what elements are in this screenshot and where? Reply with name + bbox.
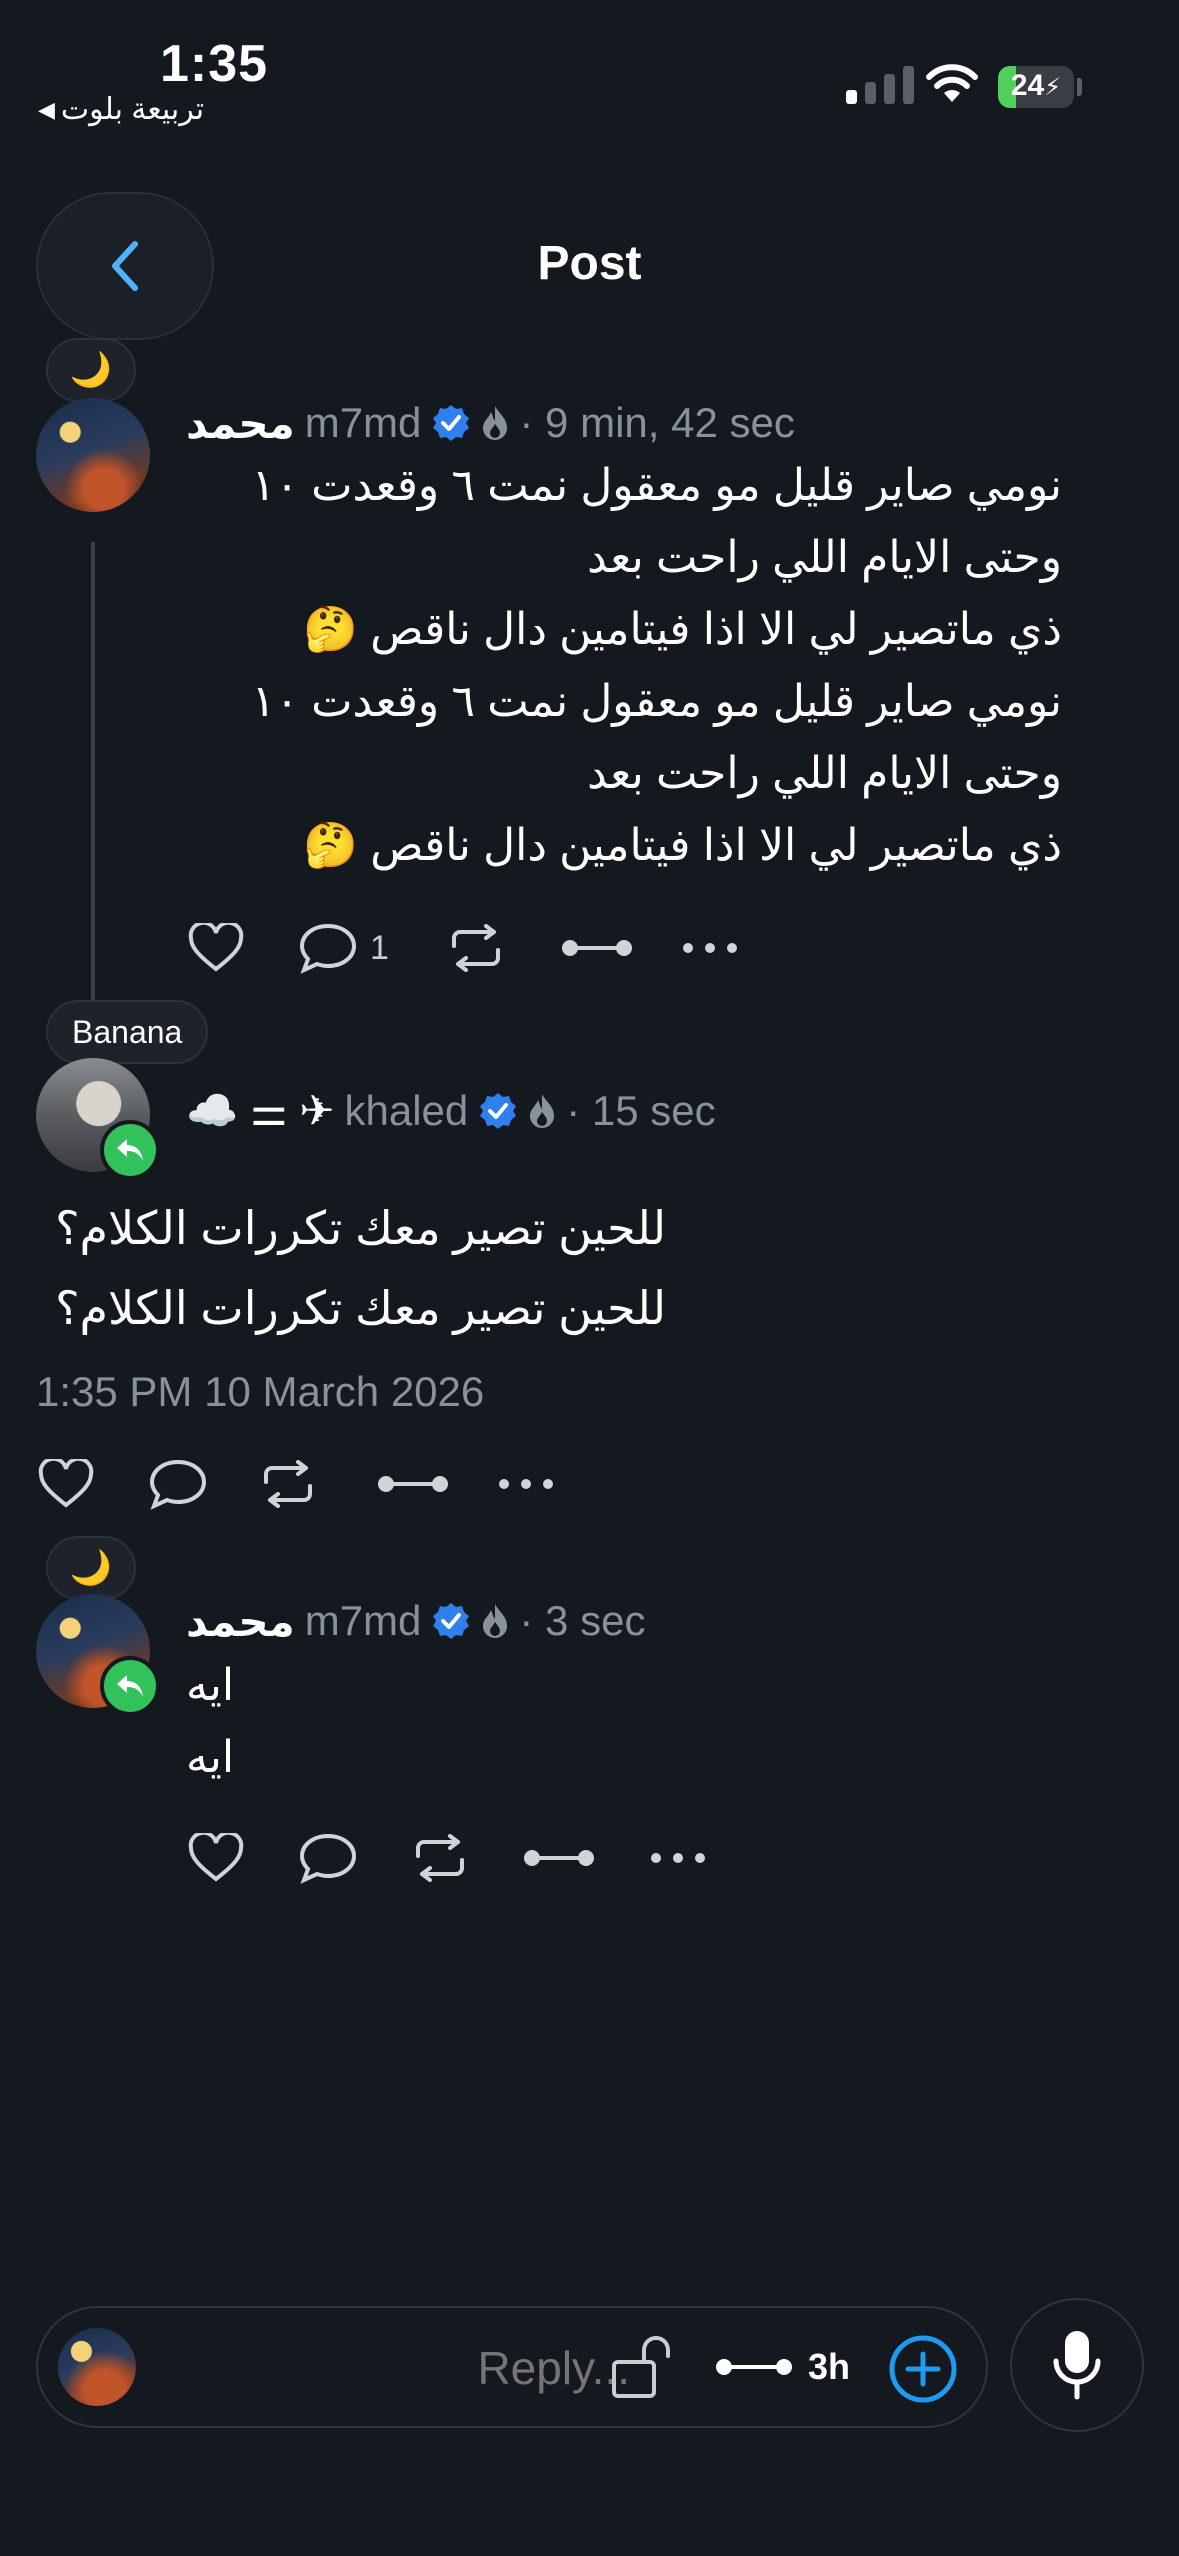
repost-button[interactable] (412, 1834, 522, 1882)
post-header[interactable]: محمد m7md · 9 min, 42 sec (186, 398, 795, 448)
mood-bubble[interactable]: Banana (46, 1000, 209, 1064)
back-app-label: تربيعة بلوت (60, 93, 205, 126)
reply-badge (100, 1120, 160, 1180)
repost-button[interactable] (260, 1460, 376, 1508)
post-body: للحين تصير معك تكررات الكلام؟ للحين تصير… (36, 1188, 666, 1348)
post-header[interactable]: ☁️ ⚌ ✈ khaled · 15 sec (186, 1086, 716, 1136)
thread-line (91, 542, 95, 1000)
name-emoji-prefix: ☁️ ⚌ ✈ (186, 1087, 335, 1134)
post-line: للحين تصير معك تكررات الكلام؟ (55, 1202, 666, 1254)
reply-arrow-icon (117, 1675, 143, 1697)
reply-button[interactable] (148, 1458, 260, 1510)
avatar[interactable] (36, 398, 150, 512)
thread-link-button[interactable] (522, 1846, 648, 1870)
back-triangle-icon: ◀ (38, 96, 55, 122)
post-time: · 15 sec (566, 1087, 716, 1134)
post-line: ايه (186, 1733, 235, 1782)
post-line: ايه (186, 1661, 235, 1710)
like-button[interactable] (38, 1459, 148, 1509)
post-line: ذي ماتصير لي الا اذا فيتامين دال ناقص 🤔 (303, 605, 1062, 654)
page-title: Post (537, 237, 642, 290)
reply-button[interactable] (298, 1832, 412, 1884)
composer-avatar (58, 2328, 136, 2406)
flame-icon (483, 406, 508, 440)
heart-icon (38, 1459, 94, 1508)
reply-badge (100, 1656, 160, 1716)
wifi-icon (926, 64, 978, 102)
post-time: · 9 min, 42 sec (519, 399, 795, 446)
post-line: وحتى الايام اللي راحت بعد (587, 749, 1062, 798)
link-dots-icon (378, 1476, 448, 1492)
heart-icon (188, 1833, 244, 1882)
voice-record-button[interactable] (1010, 2298, 1144, 2432)
link-dots-icon (716, 2359, 792, 2375)
mood-bubble[interactable]: 🌙 (46, 1536, 136, 1600)
status-time: 1:35 (160, 35, 269, 93)
post-header[interactable]: محمد m7md · 3 sec (186, 1596, 645, 1646)
add-circle-icon[interactable] (888, 2334, 958, 2404)
post-line: نومي صاير قليل مو معقول نمت ٦ وقعدت ١٠ (251, 677, 1062, 726)
more-button[interactable] (680, 941, 740, 955)
post-body: نومي صاير قليل مو معقول نمت ٦ وقعدت ١٠ و… (186, 450, 1062, 882)
charging-icon: ⚡ (1044, 74, 1062, 101)
like-button[interactable] (188, 1833, 298, 1883)
reply-arrow-icon (117, 1139, 143, 1161)
more-dots-icon (683, 943, 737, 953)
verified-badge-icon (433, 405, 470, 441)
handle: m7md (304, 1597, 422, 1644)
like-button[interactable] (188, 923, 298, 973)
flame-icon (530, 1094, 555, 1128)
repost-icon (452, 924, 500, 972)
expiry-selector[interactable]: 3h (714, 2346, 850, 2388)
comment-icon (299, 1833, 357, 1884)
repost-icon (264, 1460, 312, 1508)
link-dots-icon (524, 1850, 594, 1866)
post-line: للحين تصير معك تكررات الكلام؟ (55, 1282, 666, 1334)
cellular-signal-icon (846, 66, 914, 104)
display-name: محمد (186, 1597, 295, 1645)
action-bar: 1 (188, 918, 740, 978)
reply-input[interactable] (158, 2330, 632, 2406)
battery-level: 24⚡ (1010, 69, 1062, 102)
link-dots-icon (562, 940, 632, 956)
more-button[interactable] (496, 1477, 556, 1491)
comment-icon (149, 1459, 207, 1510)
expiry-duration: 3h (808, 2346, 851, 2387)
flame-icon (483, 1604, 508, 1638)
post-line: وحتى الايام اللي راحت بعد (587, 533, 1062, 582)
post-body: ايه ايه (186, 1650, 234, 1794)
repost-icon (416, 1834, 464, 1882)
handle: m7md (304, 399, 422, 446)
post-timestamp: 1:35 PM 10 March 2026 (36, 1368, 485, 1415)
back-to-app[interactable]: ◀ تربيعة بلوت (38, 92, 204, 127)
handle: khaled (344, 1087, 469, 1134)
microphone-icon (1053, 2331, 1101, 2400)
display-name: محمد (186, 399, 295, 447)
verified-badge-icon (480, 1093, 517, 1129)
action-bar (188, 1828, 708, 1888)
reply-count: 1 (370, 928, 389, 967)
post-line: نومي صاير قليل مو معقول نمت ٦ وقعدت ١٠ (251, 461, 1062, 510)
comment-icon (299, 923, 357, 974)
reply-button[interactable]: 1 (298, 922, 448, 974)
post-line: ذي ماتصير لي الا اذا فيتامين دال ناقص 🤔 (303, 821, 1062, 870)
thread-link-button[interactable] (376, 1472, 496, 1496)
moon-icon: 🌙 (69, 1549, 113, 1587)
heart-icon (188, 923, 244, 972)
thread-link-button[interactable] (560, 936, 680, 960)
more-dots-icon (651, 1853, 705, 1863)
unlock-icon[interactable] (610, 2334, 674, 2400)
reply-composer: 3h (36, 2306, 988, 2428)
post-time: · 3 sec (519, 1597, 646, 1644)
mood-label: Banana (72, 1013, 183, 1050)
repost-button[interactable] (448, 924, 560, 972)
moon-icon: 🌙 (69, 351, 113, 389)
verified-badge-icon (433, 1603, 470, 1639)
mood-bubble[interactable]: 🌙 (46, 338, 136, 402)
more-button[interactable] (648, 1851, 708, 1865)
battery-tip (1077, 78, 1082, 96)
more-dots-icon (499, 1479, 553, 1489)
action-bar (38, 1454, 556, 1514)
battery-indicator: 24⚡ (998, 66, 1074, 108)
